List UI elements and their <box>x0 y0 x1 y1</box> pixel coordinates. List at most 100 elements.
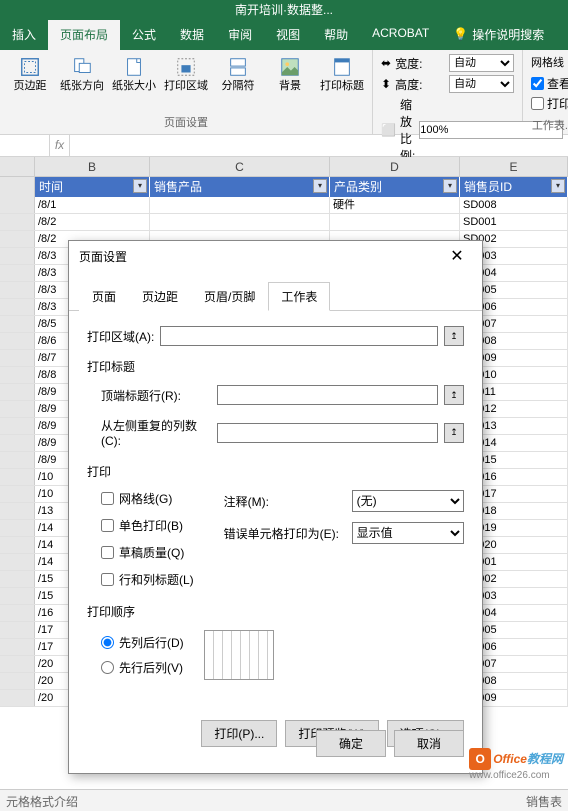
dialog-tab-sheet[interactable]: 工作表 <box>268 282 330 311</box>
row-number[interactable] <box>0 656 35 672</box>
row-number[interactable] <box>0 452 35 468</box>
col-header-d[interactable]: D <box>330 157 460 176</box>
table-row[interactable]: /8/2 SD001 <box>0 214 568 231</box>
row-number[interactable] <box>0 605 35 621</box>
gridlines-checkbox[interactable]: 网格线(G) <box>101 490 194 507</box>
row-number[interactable] <box>0 469 35 485</box>
gridlines-view-chk[interactable]: 查看 <box>531 75 568 92</box>
row-number[interactable] <box>0 486 35 502</box>
print-button[interactable]: 打印(P)... <box>201 720 277 747</box>
row-number[interactable] <box>0 537 35 553</box>
row-number[interactable] <box>0 282 35 298</box>
cell[interactable] <box>150 214 330 230</box>
dialog-tab-header-footer[interactable]: 页眉/页脚 <box>191 282 268 311</box>
cell[interactable]: SD001 <box>460 214 568 230</box>
gridlines-print-chk[interactable]: 打印 <box>531 95 568 112</box>
close-icon[interactable]: ✕ <box>442 246 472 266</box>
dialog-tab-page[interactable]: 页面 <box>79 282 129 311</box>
tab-data[interactable]: 数据 <box>168 20 216 50</box>
row-number[interactable] <box>0 435 35 451</box>
print-titles-button[interactable]: 打印标题 <box>318 54 366 112</box>
row-number[interactable] <box>0 690 35 706</box>
dialog-tab-margins[interactable]: 页边距 <box>129 282 191 311</box>
col-header-e[interactable]: E <box>460 157 568 176</box>
bw-checkbox[interactable]: 单色打印(B) <box>101 517 194 534</box>
left-cols-input[interactable] <box>217 423 438 443</box>
table-header-category[interactable]: 产品类别▾ <box>330 177 460 197</box>
filter-dropdown-icon[interactable]: ▾ <box>443 179 457 193</box>
draft-checkbox[interactable]: 草稿质量(Q) <box>101 544 194 561</box>
ok-button[interactable]: 确定 <box>316 730 386 757</box>
print-area-input[interactable] <box>160 326 438 346</box>
cell[interactable]: 硬件 <box>330 197 460 213</box>
name-box[interactable] <box>0 135 50 156</box>
row-number[interactable] <box>0 571 35 587</box>
table-row[interactable]: /8/1 硬件SD008 <box>0 197 568 214</box>
row-number[interactable] <box>0 197 35 213</box>
row-number[interactable] <box>0 350 35 366</box>
fx-icon[interactable]: fx <box>50 135 70 156</box>
row-number[interactable] <box>0 299 35 315</box>
row-number[interactable] <box>0 384 35 400</box>
tab-page-layout[interactable]: 页面布局 <box>48 20 120 50</box>
margins-button[interactable]: 页边距 <box>6 54 54 112</box>
row-number[interactable] <box>0 333 35 349</box>
table-header-time[interactable]: 时间▾ <box>35 177 150 197</box>
row-number[interactable] <box>0 231 35 247</box>
row-number[interactable] <box>0 503 35 519</box>
over-down-radio[interactable]: 先行后列(V) <box>101 659 184 676</box>
top-rows-input[interactable] <box>217 385 438 405</box>
orientation-button[interactable]: 纸张方向 <box>58 54 106 112</box>
tell-me[interactable]: 💡 操作说明搜索 <box>441 20 556 50</box>
cell[interactable] <box>150 197 330 213</box>
cell[interactable]: SD008 <box>460 197 568 213</box>
row-number[interactable] <box>0 367 35 383</box>
comments-select[interactable]: (无) <box>352 490 464 512</box>
filter-dropdown-icon[interactable]: ▾ <box>133 179 147 193</box>
tab-help[interactable]: 帮助 <box>312 20 360 50</box>
row-number[interactable] <box>0 622 35 638</box>
tab-acrobat[interactable]: ACROBAT <box>360 20 441 50</box>
collapse-dialog-icon[interactable]: ↥ <box>444 423 464 443</box>
col-header-b[interactable]: B <box>35 157 150 176</box>
collapse-dialog-icon[interactable]: ↥ <box>444 385 464 405</box>
select-all-corner[interactable] <box>0 157 35 176</box>
background-button[interactable]: 背景 <box>266 54 314 112</box>
tab-review[interactable]: 审阅 <box>216 20 264 50</box>
row-number[interactable] <box>0 554 35 570</box>
row-number[interactable] <box>0 316 35 332</box>
print-area-button[interactable]: 打印区域 <box>162 54 210 112</box>
height-select[interactable]: 自动 <box>449 75 514 93</box>
row-number[interactable] <box>0 214 35 230</box>
row-number[interactable] <box>0 418 35 434</box>
cell[interactable] <box>330 214 460 230</box>
size-button[interactable]: 纸张大小 <box>110 54 158 112</box>
table-header-product[interactable]: 销售产品▾ <box>150 177 330 197</box>
down-over-radio[interactable]: 先列后行(D) <box>101 634 184 651</box>
tab-formulas[interactable]: 公式 <box>120 20 168 50</box>
filter-dropdown-icon[interactable]: ▾ <box>551 179 565 193</box>
breaks-button[interactable]: 分隔符 <box>214 54 262 112</box>
row-number[interactable] <box>0 520 35 536</box>
errors-select[interactable]: 显示值 <box>352 522 464 544</box>
collapse-dialog-icon[interactable]: ↥ <box>444 326 464 346</box>
row-number[interactable] <box>0 265 35 281</box>
table-header-salesid[interactable]: 销售员ID▾ <box>460 177 568 197</box>
filter-dropdown-icon[interactable]: ▾ <box>313 179 327 193</box>
row-number[interactable] <box>0 401 35 417</box>
orientation-icon <box>71 56 93 78</box>
row-number[interactable] <box>0 248 35 264</box>
row-number[interactable] <box>0 639 35 655</box>
cancel-button[interactable]: 取消 <box>394 730 464 757</box>
rowcol-checkbox[interactable]: 行和列标题(L) <box>101 571 194 588</box>
row-number[interactable] <box>0 673 35 689</box>
col-header-c[interactable]: C <box>150 157 330 176</box>
sheet-tab[interactable]: 销售表 <box>526 793 562 808</box>
tab-insert[interactable]: 插入 <box>0 20 48 50</box>
width-select[interactable]: 自动 <box>449 54 514 72</box>
tab-view[interactable]: 视图 <box>264 20 312 50</box>
cell[interactable]: /8/1 <box>35 197 150 213</box>
row-header[interactable] <box>0 177 35 197</box>
cell[interactable]: /8/2 <box>35 214 150 230</box>
row-number[interactable] <box>0 588 35 604</box>
